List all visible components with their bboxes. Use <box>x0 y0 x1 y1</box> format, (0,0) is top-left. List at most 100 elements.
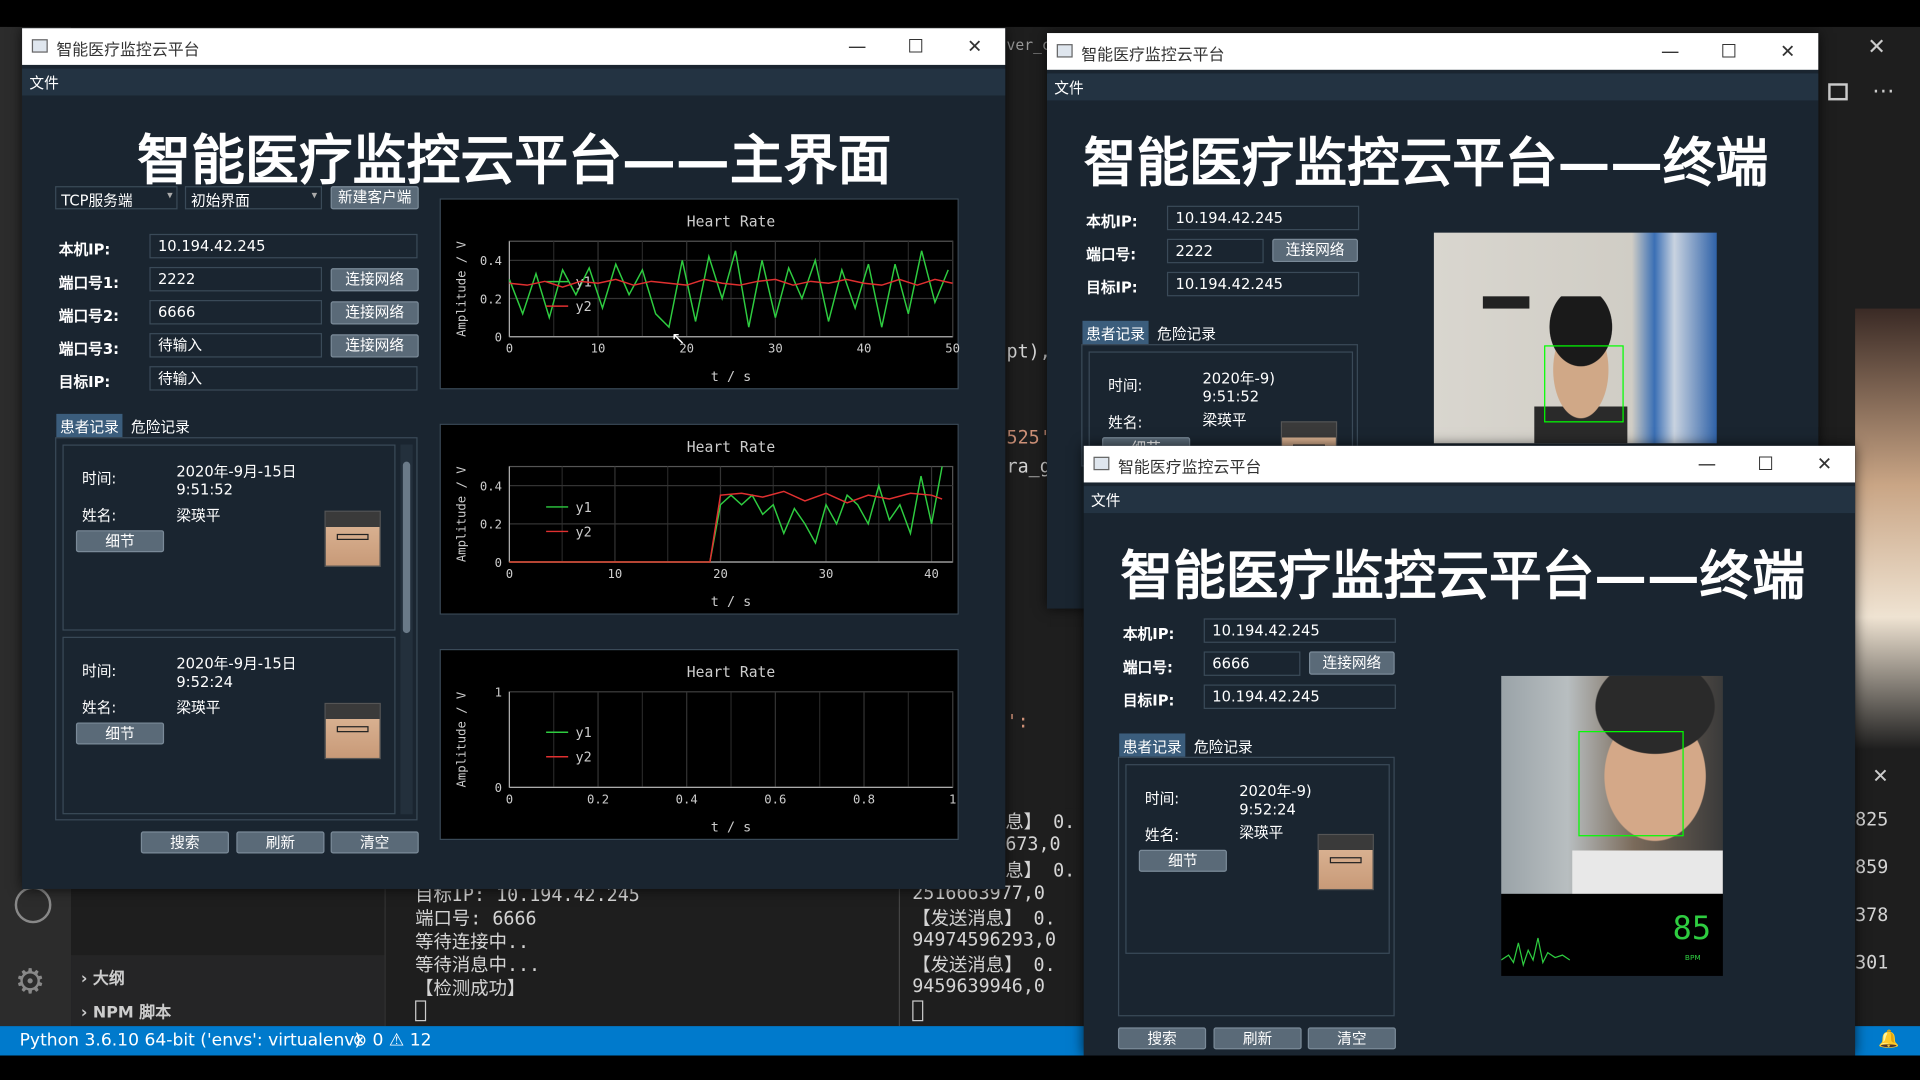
menu-file[interactable]: 文件 <box>29 75 58 92</box>
legend-label: y2 <box>576 751 592 766</box>
x-tick-label: 20 <box>713 567 728 581</box>
x-tick-label: 40 <box>924 567 939 581</box>
close-icon[interactable]: ✕ <box>1867 34 1885 60</box>
legend-label: y2 <box>576 300 592 315</box>
bell-icon[interactable]: 🔔 <box>1878 1030 1899 1050</box>
terminal-line: 端口号: 6666 <box>415 907 537 930</box>
pulse-waveform-icon <box>1501 937 1571 968</box>
minimize-icon[interactable]: — <box>1692 449 1721 478</box>
minimize-icon[interactable]: — <box>842 32 871 61</box>
desktop: ⚙ › 大纲 › NPM 脚本 目标IP: 10.194.42.245 端口号:… <box>0 0 1920 1080</box>
split-editor-icon[interactable] <box>1828 83 1848 101</box>
close-panel-icon[interactable]: ✕ <box>1872 764 1888 787</box>
heart-rate-chart-2: 0 10 20 30 40 0 0.2 0.4 Heart Rate t / s Amplitude… <box>439 423 959 615</box>
code-line: ra_g <box>1006 455 1051 478</box>
maximize-icon[interactable]: ☐ <box>1751 449 1780 478</box>
chart-svg: 0 10 20 30 40 0 0.2 0.4 Heart Rate t / s Amplitude… <box>454 439 954 610</box>
y-axis-label: Amplitude / V <box>454 240 468 336</box>
more-actions-icon[interactable]: ⋯ <box>1872 78 1894 104</box>
port-field[interactable]: 6666 <box>1203 651 1301 676</box>
tab-patient-records[interactable]: 患者记录 <box>1082 320 1149 345</box>
python-interpreter[interactable]: Python 3.6.10 64-bit ('envs': virtualenv… <box>20 1031 362 1051</box>
sidebar-section-npm[interactable]: › NPM 脚本 <box>81 999 171 1022</box>
port1-field[interactable]: 2222 <box>149 266 323 292</box>
y-tick-label: 0 <box>495 331 502 345</box>
new-client-button[interactable]: 新建客户端 <box>330 186 419 210</box>
app-icon <box>1056 44 1073 58</box>
view-select[interactable]: 初始界面 ▾ <box>184 186 323 210</box>
heart-rate-monitor: 85 BPM <box>1501 893 1723 976</box>
y-tick-label: 0.4 <box>480 254 502 268</box>
problems-indicator[interactable]: ⊗ 0 ⚠ 12 <box>353 1031 432 1051</box>
terminal-cursor <box>415 1000 427 1022</box>
local-ip-field[interactable]: 10.194.42.245 <box>149 233 418 259</box>
detail-button[interactable]: 细节 <box>75 530 165 553</box>
tab-danger-records[interactable]: 危险记录 <box>127 414 193 437</box>
app-icon <box>1093 456 1110 471</box>
target-ip-field[interactable]: 10.194.42.245 <box>1166 271 1360 297</box>
account-icon[interactable] <box>14 886 52 924</box>
tab-patient-records[interactable]: 患者记录 <box>56 413 123 438</box>
x-tick-label: 10 <box>608 567 623 581</box>
chart-svg: 0 0.2 0.4 0.6 0.8 1 0 1 Heart Rate t / s Amplitude… <box>454 664 956 835</box>
x-axis-label: t / s <box>711 595 751 610</box>
chart-title: Heart Rate <box>687 214 775 231</box>
connect-port1-button[interactable]: 连接网络 <box>330 268 419 292</box>
tab-danger-records[interactable]: 危险记录 <box>1153 321 1219 344</box>
search-button[interactable]: 搜索 <box>140 831 229 854</box>
terminal-line: 等待连接中.. <box>415 930 530 953</box>
detail-button[interactable]: 细节 <box>75 722 165 745</box>
name-label: 姓名: <box>82 699 117 717</box>
editor-tab[interactable]: ver_co <box>1007 37 1051 54</box>
tab-patient-records[interactable]: 患者记录 <box>1119 733 1186 757</box>
page-title: 智能医疗监控云平台——主界面 <box>137 129 892 193</box>
record-card: 时间: 2020年-9月-15日 9:52:24 姓名: 梁瑛平 细节 <box>62 636 396 815</box>
scrollbar-thumb[interactable] <box>402 461 411 634</box>
code-line: ': <box>1006 710 1029 733</box>
refresh-button[interactable]: 刷新 <box>236 831 325 854</box>
connect-port2-button[interactable]: 连接网络 <box>330 301 419 325</box>
terminal-line: 301 <box>1855 951 1889 974</box>
warning-icon: ⚠ <box>388 1031 405 1051</box>
tab-danger-records[interactable]: 危险记录 <box>1190 733 1256 756</box>
minimize-icon[interactable]: — <box>1656 37 1685 66</box>
close-icon[interactable]: ✕ <box>1773 37 1802 66</box>
refresh-button[interactable]: 刷新 <box>1213 1027 1302 1050</box>
search-button[interactable]: 搜索 <box>1117 1027 1207 1050</box>
x-tick-label: 10 <box>591 342 606 356</box>
app-icon <box>31 39 48 53</box>
settings-gear-icon[interactable]: ⚙ <box>15 964 46 999</box>
connect-button[interactable]: 连接网络 <box>1272 238 1358 263</box>
code-editor-strip: ver_co pt), 525' ra_g ': <box>1006 26 1051 811</box>
port-field[interactable]: 2222 <box>1166 238 1264 264</box>
port3-field[interactable]: 待输入 <box>149 333 323 358</box>
target-ip-field[interactable]: 待输入 <box>149 366 418 391</box>
maximize-icon[interactable]: ☐ <box>901 32 930 61</box>
y-tick-label: 1 <box>495 686 502 700</box>
scrollbar[interactable] <box>400 444 413 815</box>
patient-photo <box>1317 833 1374 891</box>
x-tick-label: 0.6 <box>764 792 786 806</box>
menu-file[interactable]: 文件 <box>1091 492 1120 509</box>
record-card: 时间: 2020年-9) 9:52:24 姓名: 梁瑛平 细节 <box>1125 764 1390 954</box>
terminal-line: 息】 0. <box>1005 810 1076 833</box>
mode-select[interactable]: TCP服务端 ▾ <box>55 186 178 210</box>
close-icon[interactable]: ✕ <box>1810 449 1839 478</box>
port3-label: 端口号3: <box>58 340 119 358</box>
connect-port3-button[interactable]: 连接网络 <box>330 334 419 358</box>
local-ip-field[interactable]: 10.194.42.245 <box>1166 205 1360 231</box>
chevron-down-icon: ▾ <box>167 189 173 203</box>
detail-button[interactable]: 细节 <box>1138 849 1227 872</box>
terminal-line: 【发送消息】 0. <box>912 907 1056 930</box>
menu-file[interactable]: 文件 <box>1054 80 1083 97</box>
local-ip-field[interactable]: 10.194.42.245 <box>1203 618 1396 643</box>
target-ip-field[interactable]: 10.194.42.245 <box>1203 684 1396 709</box>
connect-button[interactable]: 连接网络 <box>1308 651 1395 675</box>
record-time: 2020年-9月-15日 9:51:52 <box>176 462 297 499</box>
sidebar-section-outline[interactable]: › 大纲 <box>81 965 125 988</box>
clear-button[interactable]: 清空 <box>1307 1027 1396 1050</box>
port2-field[interactable]: 6666 <box>149 300 323 325</box>
clear-button[interactable]: 清空 <box>330 831 419 854</box>
maximize-icon[interactable]: ☐ <box>1714 37 1743 66</box>
close-icon[interactable]: ✕ <box>960 32 989 61</box>
